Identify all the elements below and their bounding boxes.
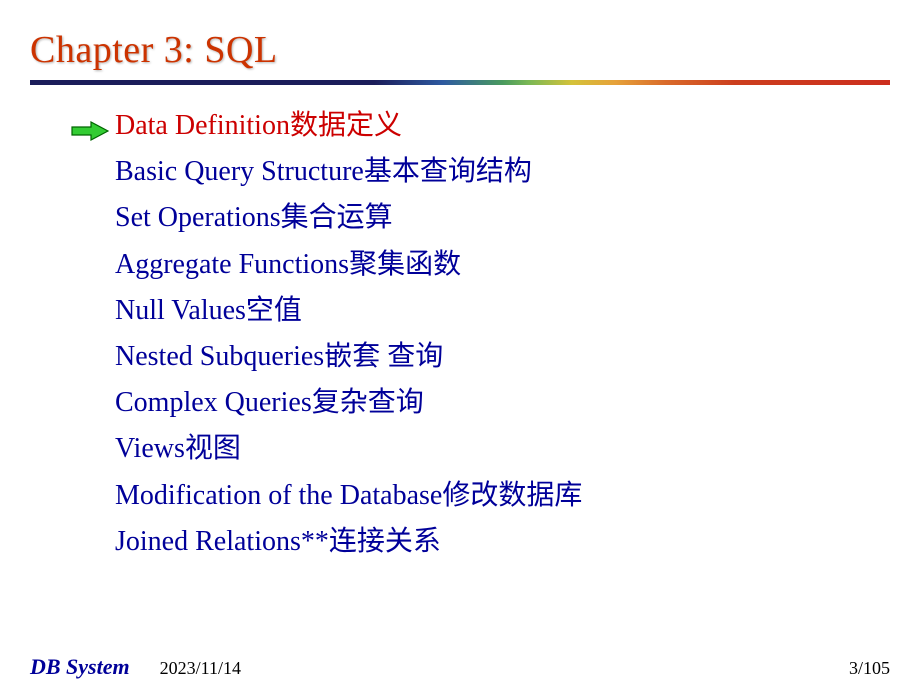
item-text-en: Complex Queries [115,380,312,426]
item-text-zh: 集合运算 [281,195,393,241]
item-text-en: Data Definition [115,103,290,149]
item-text-zh: 视图 [185,426,241,472]
footer-label: DB System [30,654,130,680]
arrow-icon [71,110,109,130]
list-item: Complex Queries 复杂查询 [115,380,890,426]
list-item: Data Definition 数据定义 [115,103,890,149]
list-item: Modification of the Database 修改数据库 [115,473,890,519]
list-item: Views 视图 [115,426,890,472]
footer-page: 3/105 [849,658,890,679]
list-item: Set Operations 集合运算 [115,195,890,241]
content-list: Data Definition 数据定义Basic Query Structur… [30,103,890,565]
item-text-en: Nested Subqueries [115,334,324,380]
list-item: Joined Relations** 连接关系 [115,519,890,565]
list-item: Nested Subqueries嵌套 查询 [115,334,890,380]
list-item: Null Values空值 [115,288,890,334]
item-text-zh: 复杂查询 [312,380,424,426]
item-text-zh: 基本查询结构 [364,149,532,195]
item-text-en: Views [115,426,185,472]
item-text-zh: 连接关系 [329,519,441,565]
item-text-en: Joined Relations** [115,519,329,565]
title-divider [30,80,890,85]
item-text-zh: 修改数据库 [442,473,582,519]
slide: Chapter 3: SQL Data Definition 数据定义Basic… [0,0,920,690]
item-text-zh: 聚集函数 [349,242,461,288]
item-text-zh: 嵌套 查询 [324,334,443,380]
slide-title: Chapter 3: SQL [30,28,890,72]
item-text-en: Aggregate Functions [115,242,349,288]
footer-date: 2023/11/14 [160,658,241,679]
item-text-en: Null Values [115,288,246,334]
list-item: Basic Query Structure 基本查询结构 [115,149,890,195]
item-text-zh: 空值 [246,288,302,334]
list-item: Aggregate Functions 聚集函数 [115,242,890,288]
item-text-en: Basic Query Structure [115,149,364,195]
item-text-en: Set Operations [115,195,281,241]
item-text-en: Modification of the Database [115,473,442,519]
item-text-zh: 数据定义 [290,103,402,149]
slide-footer: DB System 2023/11/14 3/105 [0,654,920,680]
